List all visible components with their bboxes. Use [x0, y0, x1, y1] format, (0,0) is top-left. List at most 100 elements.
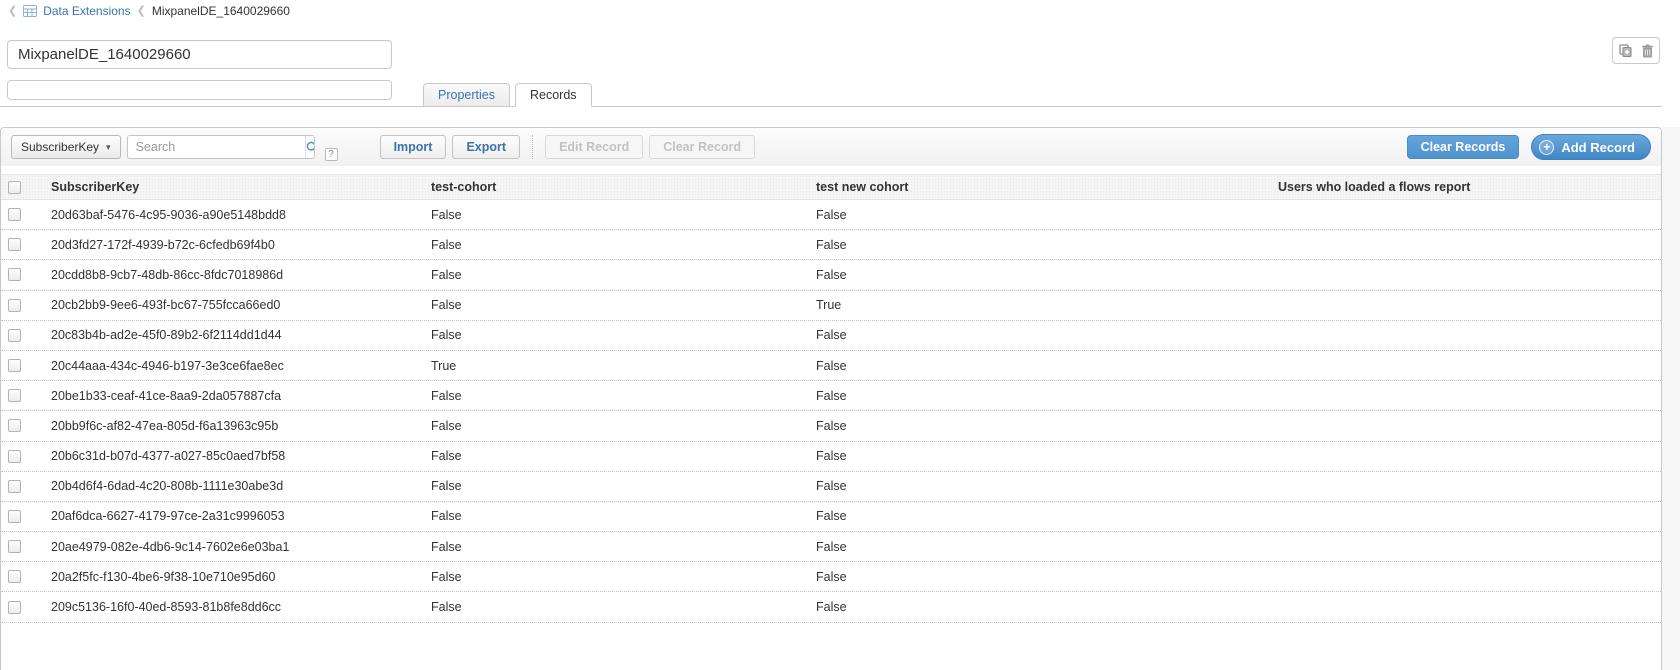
cell-subscriberkey: 209c5136-16f0-40ed-8593-81b8fe8dd6cc — [41, 600, 423, 614]
row-checkbox[interactable] — [8, 419, 21, 432]
data-extension-records-page: ❮ Data Extensions ❮ MixpanelDE_164002966… — [0, 0, 1680, 670]
cell-test-new-cohort: False — [808, 238, 1270, 252]
cell-test-cohort: False — [423, 479, 808, 493]
search-box — [127, 135, 315, 159]
cell-test-new-cohort: False — [808, 389, 1270, 403]
table-row[interactable]: 20d63baf-5476-4c95-9036-a90e5148bdd8 Fal… — [1, 200, 1661, 230]
search-icon — [306, 141, 315, 154]
table-row[interactable]: 20be1b33-ceaf-41ce-8aa9-2da057887cfa Fal… — [1, 381, 1661, 411]
row-checkbox[interactable] — [8, 329, 21, 342]
cell-subscriberkey: 20a2f5fc-f130-4be6-9f38-10e710e95d60 — [41, 570, 423, 584]
search-input[interactable] — [128, 136, 305, 158]
cell-test-new-cohort: False — [808, 208, 1270, 222]
cell-test-cohort: False — [423, 298, 808, 312]
column-header-flows-report[interactable]: Users who loaded a flows report — [1270, 180, 1661, 194]
cell-test-new-cohort: False — [808, 359, 1270, 373]
extension-name-field[interactable] — [7, 40, 392, 69]
cell-test-new-cohort: False — [808, 419, 1270, 433]
cell-subscriberkey: 20d3fd27-172f-4939-b72c-6cfedb69f4b0 — [41, 238, 423, 252]
extension-actions-box — [1612, 37, 1660, 64]
cell-test-cohort: False — [423, 509, 808, 523]
row-checkbox[interactable] — [8, 570, 21, 583]
cell-test-new-cohort: False — [808, 540, 1270, 554]
search-button[interactable] — [305, 136, 315, 158]
table-row[interactable]: 20d3fd27-172f-4939-b72c-6cfedb69f4b0 Fal… — [1, 230, 1661, 260]
cell-test-new-cohort: False — [808, 570, 1270, 584]
edit-record-button[interactable]: Edit Record — [545, 135, 643, 159]
cell-test-cohort: False — [423, 389, 808, 403]
records-toolbar: SubscriberKey ▾ ? Import Export Edit Rec… — [1, 128, 1661, 166]
cell-test-new-cohort: False — [808, 509, 1270, 523]
cell-subscriberkey: 20d63baf-5476-4c95-9036-a90e5148bdd8 — [41, 208, 423, 222]
import-button[interactable]: Import — [380, 135, 447, 159]
cell-subscriberkey: 20cb2bb9-9ee6-493f-bc67-755fcca66ed0 — [41, 298, 423, 312]
cell-test-cohort: False — [423, 419, 808, 433]
breadcrumb-link-data-extensions[interactable]: Data Extensions — [43, 4, 130, 18]
cell-subscriberkey: 20c83b4b-ad2e-45f0-89b2-6f2114dd1d44 — [41, 328, 423, 342]
export-button[interactable]: Export — [452, 135, 520, 159]
table-row[interactable]: 20cdd8b8-9cb7-48db-86cc-8fdc7018986d Fal… — [1, 260, 1661, 290]
row-checkbox[interactable] — [8, 480, 21, 493]
cell-test-new-cohort: True — [808, 298, 1270, 312]
copy-icon[interactable] — [1619, 44, 1634, 58]
cell-test-cohort: False — [423, 570, 808, 584]
table-row[interactable]: 20cb2bb9-9ee6-493f-bc67-755fcca66ed0 Fal… — [1, 291, 1661, 321]
table-row[interactable]: 20b4d6f4-6dad-4c20-808b-1111e30abe3d Fal… — [1, 472, 1661, 502]
cell-test-cohort: False — [423, 600, 808, 614]
table-row[interactable]: 20b6c31d-b07d-4377-a027-85c0aed7bf58 Fal… — [1, 442, 1661, 472]
records-grid-header: SubscriberKey test-cohort test new cohor… — [1, 174, 1661, 200]
cell-test-new-cohort: False — [808, 449, 1270, 463]
row-checkbox[interactable] — [8, 540, 21, 553]
row-checkbox[interactable] — [8, 450, 21, 463]
table-row[interactable]: 209c5136-16f0-40ed-8593-81b8fe8dd6cc Fal… — [1, 592, 1661, 622]
clear-records-button[interactable]: Clear Records — [1407, 135, 1520, 159]
table-row[interactable]: 20ae4979-082e-4db6-9c14-7602e6e03ba1 Fal… — [1, 532, 1661, 562]
table-row[interactable]: 20a2f5fc-f130-4be6-9f38-10e710e95d60 Fal… — [1, 562, 1661, 592]
breadcrumb-current-item: MixpanelDE_1640029660 — [152, 4, 290, 18]
column-header-test-cohort[interactable]: test-cohort — [423, 180, 808, 194]
column-header-subscriberkey[interactable]: SubscriberKey — [41, 180, 423, 194]
row-checkbox[interactable] — [8, 510, 21, 523]
row-checkbox[interactable] — [8, 238, 21, 251]
column-header-test-new-cohort[interactable]: test new cohort — [808, 180, 1270, 194]
trash-icon[interactable] — [1641, 44, 1654, 58]
tab-properties[interactable]: Properties — [423, 83, 510, 107]
breadcrumb-separator-chevron-icon: ❮ — [137, 6, 146, 17]
help-icon[interactable]: ? — [325, 148, 338, 161]
toolbar-divider — [532, 135, 533, 159]
cell-subscriberkey: 20be1b33-ceaf-41ce-8aa9-2da057887cfa — [41, 389, 423, 403]
cell-subscriberkey: 20c44aaa-434c-4946-b197-3e3ce6fae8ec — [41, 359, 423, 373]
table-row[interactable]: 20c44aaa-434c-4946-b197-3e3ce6fae8ec Tru… — [1, 351, 1661, 381]
cell-test-new-cohort: False — [808, 268, 1270, 282]
back-chevron-icon[interactable]: ❮ — [8, 6, 17, 17]
row-checkbox[interactable] — [8, 268, 21, 281]
cell-subscriberkey: 20cdd8b8-9cb7-48db-86cc-8fdc7018986d — [41, 268, 423, 282]
search-field-dropdown-label: SubscriberKey — [21, 140, 99, 154]
records-grid: SubscriberKey test-cohort test new cohor… — [1, 174, 1661, 623]
records-table-body: 20d63baf-5476-4c95-9036-a90e5148bdd8 Fal… — [1, 200, 1661, 623]
cell-test-new-cohort: False — [808, 328, 1270, 342]
select-all-checkbox[interactable] — [8, 181, 21, 194]
cell-test-cohort: False — [423, 540, 808, 554]
tab-records[interactable]: Records — [515, 83, 592, 107]
add-record-button[interactable]: + Add Record — [1531, 134, 1651, 160]
cell-subscriberkey: 20af6dca-6627-4179-97ce-2a31c9996053 — [41, 509, 423, 523]
row-checkbox[interactable] — [8, 299, 21, 312]
search-field-dropdown[interactable]: SubscriberKey ▾ — [11, 135, 121, 159]
cell-test-cohort: False — [423, 208, 808, 222]
table-row[interactable]: 20c83b4b-ad2e-45f0-89b2-6f2114dd1d44 Fal… — [1, 321, 1661, 351]
row-checkbox[interactable] — [8, 601, 21, 614]
plus-icon: + — [1539, 140, 1554, 155]
right-scroll-gutter[interactable] — [1662, 127, 1680, 670]
cell-subscriberkey: 20bb9f6c-af82-47ea-805d-f6a13963c95b — [41, 419, 423, 433]
cell-test-cohort: False — [423, 238, 808, 252]
row-checkbox[interactable] — [8, 208, 21, 221]
cell-subscriberkey: 20b6c31d-b07d-4377-a027-85c0aed7bf58 — [41, 449, 423, 463]
table-row[interactable]: 20bb9f6c-af82-47ea-805d-f6a13963c95b Fal… — [1, 411, 1661, 441]
table-row[interactable]: 20af6dca-6627-4179-97ce-2a31c9996053 Fal… — [1, 502, 1661, 532]
records-panel: SubscriberKey ▾ ? Import Export Edit Rec… — [0, 127, 1662, 670]
row-checkbox[interactable] — [8, 389, 21, 402]
clear-record-button[interactable]: Clear Record — [649, 135, 755, 159]
row-checkbox[interactable] — [8, 359, 21, 372]
cell-test-cohort: False — [423, 268, 808, 282]
